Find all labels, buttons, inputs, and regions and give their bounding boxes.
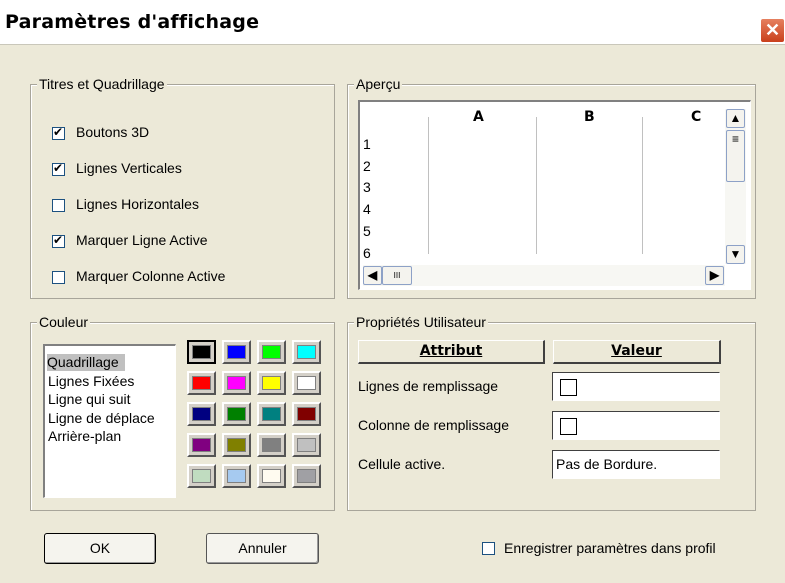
checkbox-label: Boutons 3D: [76, 124, 150, 140]
row-number: 6: [363, 245, 371, 261]
color-swatch[interactable]: [187, 402, 216, 426]
color-box: [560, 418, 577, 435]
color-fill: [297, 438, 316, 452]
prop-label: Lignes de remplissage: [358, 378, 499, 394]
row-numbers: 1 2 3 4 5 6: [360, 102, 725, 267]
color-swatch[interactable]: [222, 464, 251, 488]
checkbox[interactable]: [52, 233, 65, 248]
color-fill: [227, 376, 246, 390]
color-fill: [227, 407, 246, 421]
color-fill: [262, 376, 281, 390]
color-fill: [227, 469, 246, 483]
prop-label: Cellule active.: [358, 456, 446, 472]
color-swatch[interactable]: [257, 433, 286, 457]
color-swatch[interactable]: [222, 371, 251, 395]
color-swatch[interactable]: [187, 464, 216, 488]
color-target-list[interactable]: Quadrillage Lignes Fixées Ligne qui suit…: [43, 344, 176, 498]
prop-value-cellule[interactable]: Pas de Bordure.: [552, 450, 720, 479]
checkbox[interactable]: [52, 161, 65, 176]
scroll-right-icon[interactable]: ▶: [705, 266, 724, 285]
row-number: 1: [363, 136, 371, 152]
color-fill: [227, 438, 246, 452]
preview-grid[interactable]: A B C 1 2 3 4 5 6 ▲ ≡ ▼ ◀ III ▶: [358, 100, 751, 290]
color-fill: [192, 345, 211, 359]
couleur-legend: Couleur: [37, 314, 91, 330]
scroll-up-icon[interactable]: ▲: [726, 109, 745, 128]
row-number: 3: [363, 179, 371, 195]
color-swatch[interactable]: [257, 340, 286, 364]
scroll-thumb[interactable]: ≡: [726, 130, 745, 182]
checkbox[interactable]: [52, 125, 65, 140]
color-swatch[interactable]: [292, 371, 321, 395]
checkbox-label: Lignes Verticales: [76, 160, 182, 176]
list-item[interactable]: Lignes Fixées: [48, 373, 134, 390]
color-fill: [297, 376, 316, 390]
row-number: 2: [363, 158, 371, 174]
color-swatch[interactable]: [257, 371, 286, 395]
color-fill: [192, 469, 211, 483]
color-fill: [297, 345, 316, 359]
color-fill: [297, 469, 316, 483]
save-profile-label: Enregistrer paramètres dans profil: [504, 540, 716, 556]
prop-value-text: Pas de Bordure.: [556, 456, 658, 472]
scroll-grip[interactable]: III: [382, 266, 412, 285]
save-profile-checkbox[interactable]: [482, 542, 495, 555]
checkbox[interactable]: [52, 199, 65, 212]
apercu-legend: Aperçu: [354, 76, 403, 92]
color-swatch[interactable]: [257, 464, 286, 488]
color-swatch[interactable]: [222, 402, 251, 426]
color-swatch[interactable]: [222, 433, 251, 457]
color-fill: [262, 407, 281, 421]
color-fill: [297, 407, 316, 421]
checkbox-label: Marquer Ligne Active: [76, 232, 208, 248]
list-item[interactable]: Ligne qui suit: [48, 391, 131, 408]
valeur-header[interactable]: Valeur: [553, 340, 721, 364]
ok-button[interactable]: OK: [44, 533, 156, 564]
color-box: [560, 379, 577, 396]
cancel-button[interactable]: Annuler: [206, 533, 319, 564]
row-number: 4: [363, 201, 371, 217]
titres-group: Titres et Quadrillage: [30, 76, 335, 299]
color-swatch[interactable]: [292, 340, 321, 364]
color-fill: [262, 345, 281, 359]
proprietes-legend: Propriétés Utilisateur: [354, 314, 488, 330]
title-bar: Paramètres d'affichage ✕: [0, 0, 785, 45]
color-fill: [192, 407, 211, 421]
horizontal-scrollbar[interactable]: [363, 265, 725, 286]
checkbox-label: Lignes Horizontales: [76, 196, 199, 212]
color-swatch[interactable]: [257, 402, 286, 426]
list-item-quadrillage[interactable]: Quadrillage: [47, 354, 125, 371]
close-icon[interactable]: ✕: [760, 18, 785, 43]
prop-label: Colonne de remplissage: [358, 417, 509, 433]
color-fill: [262, 438, 281, 452]
checkbox-label: Marquer Colonne Active: [76, 268, 226, 284]
prop-value-lignes[interactable]: [552, 372, 720, 401]
color-swatch[interactable]: [187, 433, 216, 457]
list-item[interactable]: Ligne de déplace: [48, 410, 155, 427]
color-swatch[interactable]: [222, 340, 251, 364]
color-swatch[interactable]: [187, 371, 216, 395]
color-swatch[interactable]: [292, 402, 321, 426]
color-fill: [192, 376, 211, 390]
titres-legend: Titres et Quadrillage: [37, 76, 167, 92]
color-swatch[interactable]: [292, 464, 321, 488]
scroll-left-icon[interactable]: ◀: [363, 266, 382, 285]
checkbox[interactable]: [52, 271, 65, 284]
color-fill: [262, 469, 281, 483]
color-swatch[interactable]: [187, 340, 216, 364]
color-fill: [192, 438, 211, 452]
list-item[interactable]: Arrière-plan: [48, 428, 121, 445]
scroll-down-icon[interactable]: ▼: [726, 245, 745, 264]
window-title: Paramètres d'affichage: [5, 11, 260, 33]
attribut-header[interactable]: Attribut: [358, 340, 545, 364]
color-swatch[interactable]: [292, 433, 321, 457]
row-number: 5: [363, 223, 371, 239]
color-fill: [227, 345, 246, 359]
prop-value-colonne[interactable]: [552, 411, 720, 440]
